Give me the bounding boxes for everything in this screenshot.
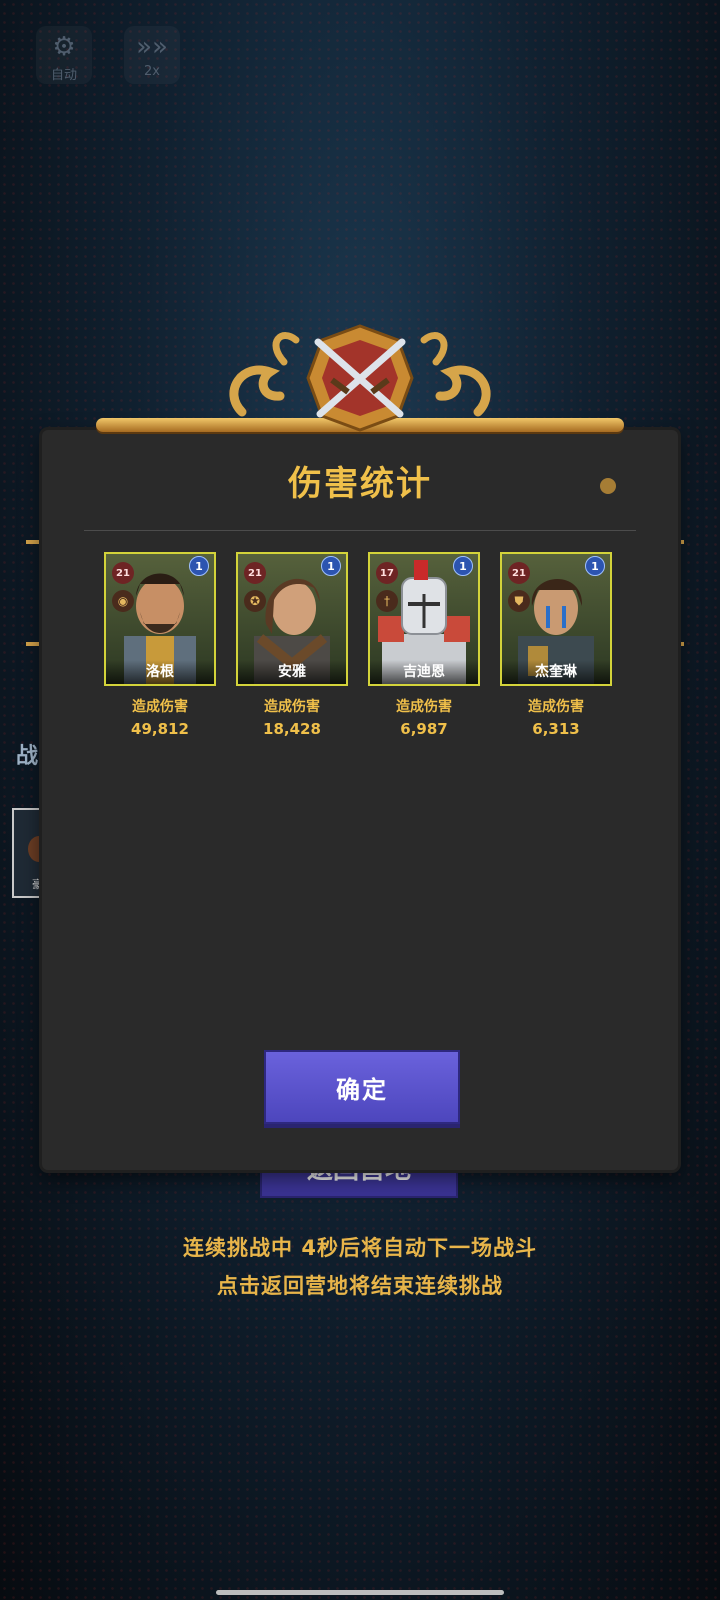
hero-name: 洛根 [106,660,214,684]
auto-gear-icon: ⚙ [52,32,76,62]
pentagram-icon: ✪ [244,590,266,612]
damage-value: 49,812 [131,720,189,738]
damage-label: 造成伤害 [528,699,584,715]
hero-card-2[interactable]: 21 ✪ 1 安雅 造成伤害 18,428 [236,552,348,738]
star-rank-badge: 1 [321,556,341,576]
level-badge: 21 [508,562,530,584]
level-badge: 21 [244,562,266,584]
speed-label: 2x [144,64,160,79]
crossed-swords-crest-icon [229,324,491,432]
damage-label: 造成伤害 [396,699,452,715]
star-rank-badge: 1 [453,556,473,576]
damage-label: 造成伤害 [264,699,320,715]
level-badge: 21 [112,562,134,584]
auto-battle-button[interactable]: ⚙ 自动 [36,26,92,84]
damage-label: 造成伤害 [132,699,188,715]
damage-value: 6,987 [400,720,448,738]
hero-portrait: 21 ⛊ 1 杰奎琳 [500,552,612,686]
star-rank-badge: 1 [189,556,209,576]
dialog-title: 伤害统计 [288,464,432,504]
settings-gear-icon [600,478,616,494]
confirm-button[interactable]: 确定 [264,1050,460,1124]
home-indicator[interactable] [216,1590,504,1595]
damage-value: 18,428 [263,720,321,738]
speed-button[interactable]: »» 2x [124,26,180,84]
hero-card-4[interactable]: 21 ⛊ 1 杰奎琳 造成伤害 6,313 [500,552,612,738]
level-badge: 17 [376,562,398,584]
hero-card-1[interactable]: 21 ◉ 1 洛根 造成伤害 49,812 [104,552,216,738]
damage-value: 6,313 [532,720,580,738]
hero-name: 吉迪恩 [370,660,478,684]
hero-portrait: 21 ✪ 1 安雅 [236,552,348,686]
star-rank-badge: 1 [585,556,605,576]
fast-forward-icon: »» [136,32,168,62]
hero-name: 安雅 [238,660,346,684]
eye-icon: ◉ [112,590,134,612]
shield-icon: ⛊ [508,590,530,612]
auto-label: 自动 [50,68,77,83]
hero-card-3[interactable]: 17 † 1 吉迪恩 造成伤害 6,987 [368,552,480,738]
auto-continue-notice: 连续挑战中 4秒后将自动下一场战斗 [183,1236,537,1260]
hero-name: 杰奎琳 [502,660,610,684]
end-challenge-notice: 点击返回营地将结束连续挑战 [217,1274,503,1298]
sword-icon: † [376,590,398,612]
hero-portrait: 21 ◉ 1 洛根 [104,552,216,686]
title-divider [84,530,636,531]
hero-portrait: 17 † 1 吉迪恩 [368,552,480,686]
